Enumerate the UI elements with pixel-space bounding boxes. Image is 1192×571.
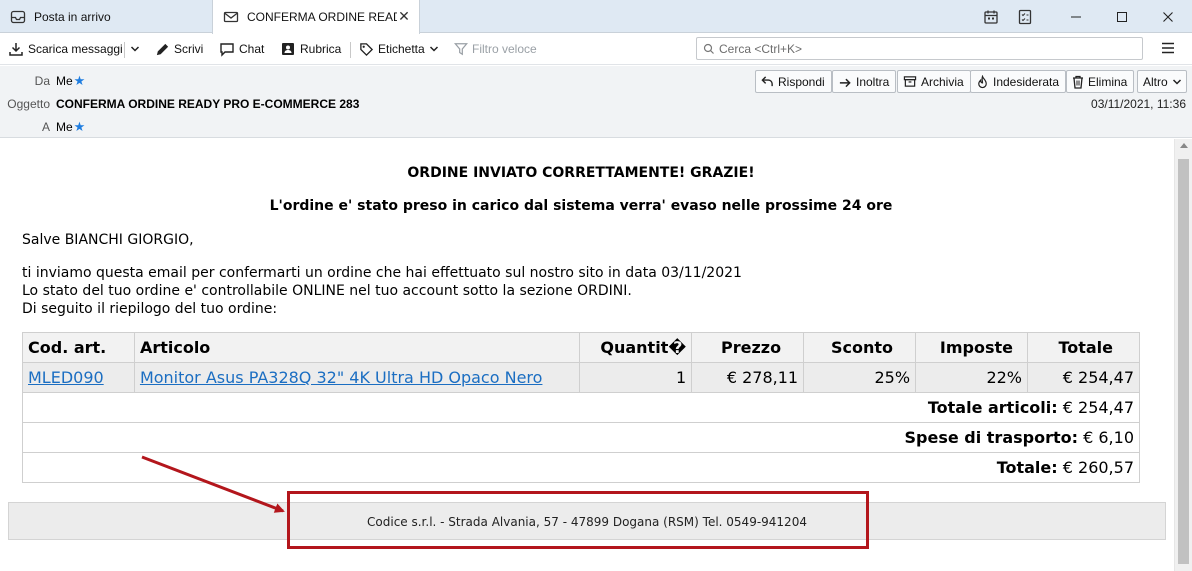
address-book-label: Rubrica [300, 42, 342, 56]
chat-button[interactable]: Chat [219, 38, 264, 60]
from-value[interactable]: Me ★ [56, 73, 85, 89]
toolbar-divider [124, 42, 125, 58]
forward-button[interactable]: Inoltra [832, 70, 897, 93]
scrollbar-thumb[interactable] [1178, 159, 1189, 564]
tab-inbox-label: Posta in arrivo [34, 9, 111, 24]
tab-message[interactable]: CONFERMA ORDINE READY PRO E-COMMERCE 283… [212, 0, 420, 34]
envelope-icon [223, 9, 239, 25]
tasks-icon[interactable] [1002, 0, 1048, 33]
archive-icon [903, 75, 917, 88]
reply-button[interactable]: Rispondi [755, 70, 832, 93]
quick-filter-label: Filtro veloce [472, 42, 537, 56]
tag-icon [359, 42, 374, 57]
search-input[interactable]: Cerca <Ctrl+K> [696, 37, 1143, 60]
flame-icon [976, 74, 989, 89]
vertical-scrollbar[interactable] [1174, 139, 1192, 571]
annotation-arrow-icon [141, 455, 285, 513]
delete-button[interactable]: Elimina [1066, 70, 1135, 93]
trash-icon [1072, 75, 1084, 89]
reply-icon [761, 75, 774, 88]
chevron-down-icon [429, 44, 439, 54]
tab-message-label: CONFERMA ORDINE READY PRO E-COMMERCE 283 [247, 10, 397, 24]
tag-button[interactable]: Etichetta [359, 38, 443, 60]
write-label: Scrivi [174, 42, 204, 56]
message-body: ORDINE INVIATO CORRETTAMENTE! GRAZIE! L'… [0, 139, 1174, 571]
search-icon [703, 43, 715, 55]
forward-icon [838, 75, 852, 88]
archive-label: Archivia [921, 74, 964, 89]
to-value[interactable]: Me ★ [56, 119, 85, 135]
from-label: Da [34, 74, 50, 88]
reply-label: Rispondi [778, 74, 825, 89]
subject-value: CONFERMA ORDINE READY PRO E-COMMERCE 283 [56, 97, 360, 111]
pencil-icon [155, 42, 170, 57]
get-messages-dropdown[interactable] [130, 38, 144, 60]
star-icon[interactable]: ★ [74, 73, 86, 89]
scroll-up-icon[interactable] [1180, 143, 1188, 148]
tag-label: Etichetta [378, 42, 425, 56]
junk-button[interactable]: Indesiderata [970, 70, 1067, 93]
minimize-icon[interactable] [1053, 0, 1099, 33]
chevron-down-icon [130, 44, 140, 54]
close-icon[interactable] [1145, 0, 1191, 33]
tab-inbox[interactable]: Posta in arrivo [0, 0, 210, 33]
junk-label: Indesiderata [993, 74, 1060, 89]
filter-icon [454, 42, 468, 56]
delete-label: Elimina [1088, 74, 1128, 89]
chat-label: Chat [239, 42, 265, 56]
quick-filter-button[interactable]: Filtro veloce [454, 38, 537, 60]
forward-label: Inoltra [856, 74, 890, 89]
more-label: Altro [1143, 74, 1168, 89]
from-name: Me [56, 74, 73, 88]
inbox-icon [10, 9, 26, 25]
archive-button[interactable]: Archivia [897, 70, 971, 93]
menu-icon[interactable] [1160, 40, 1176, 56]
more-button[interactable]: Altro [1137, 70, 1187, 93]
to-label: A [41, 120, 50, 134]
write-button[interactable]: Scrivi [155, 38, 203, 60]
search-placeholder: Cerca <Ctrl+K> [719, 41, 803, 56]
download-icon [8, 41, 24, 57]
get-messages-label: Scarica messaggi [28, 42, 123, 56]
maximize-icon[interactable] [1099, 0, 1145, 33]
tab-bar: Posta in arrivo CONFERMA ORDINE READY PR… [0, 0, 1192, 34]
chat-bubble-icon [219, 41, 235, 57]
get-messages-button[interactable]: Scarica messaggi [8, 38, 123, 60]
subject-label: Oggetto [7, 97, 50, 111]
tab-close-icon[interactable]: ✕ [397, 9, 411, 23]
address-book-icon [280, 41, 296, 57]
star-icon[interactable]: ★ [74, 119, 86, 135]
message-datetime: 03/11/2021, 11:36 [1091, 97, 1186, 111]
toolbar-divider [350, 42, 351, 58]
address-book-button[interactable]: Rubrica [280, 38, 341, 60]
to-name: Me [56, 120, 73, 134]
chevron-down-icon [1172, 77, 1182, 87]
